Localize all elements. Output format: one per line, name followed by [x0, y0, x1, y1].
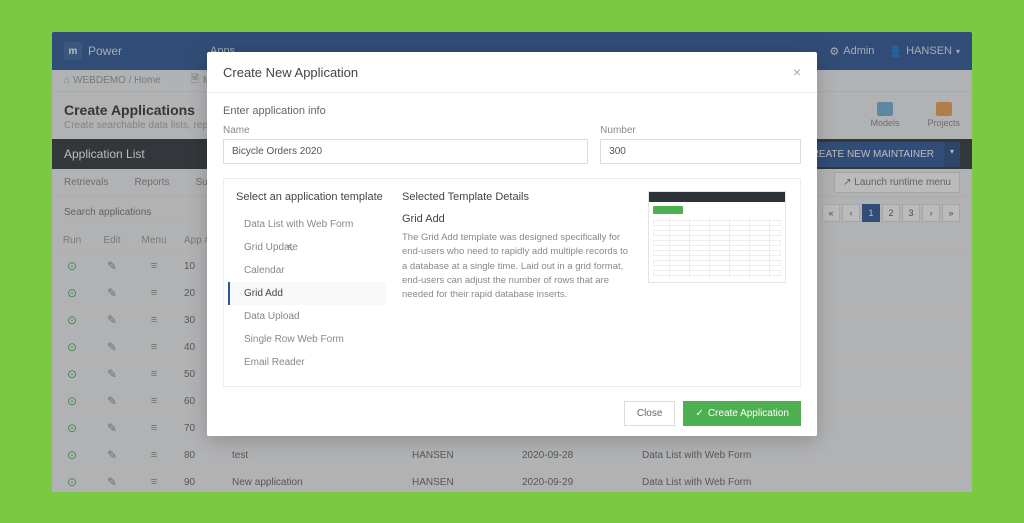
number-label: Number	[600, 125, 801, 136]
create-application-label: Create Application	[708, 408, 789, 419]
number-input[interactable]	[600, 139, 801, 164]
selected-details-heading: Selected Template Details	[402, 191, 632, 203]
check-icon: ✓	[695, 408, 703, 419]
template-data-list[interactable]: Data List with Web Form	[236, 213, 386, 236]
template-grid-add[interactable]: Grid Add	[228, 282, 386, 305]
modal-title: Create New Application	[223, 65, 358, 80]
cursor-icon: ↖	[286, 243, 294, 254]
name-input[interactable]	[223, 139, 588, 164]
create-application-button[interactable]: ✓ Create Application	[683, 401, 801, 426]
create-application-modal: Create New Application × Enter applicati…	[207, 52, 817, 436]
template-single-row[interactable]: Single Row Web Form	[236, 328, 386, 351]
template-grid-update[interactable]: Grid Update ↖	[236, 236, 386, 259]
name-label: Name	[223, 125, 588, 136]
template-preview	[648, 191, 786, 283]
template-data-upload[interactable]: Data Upload	[236, 305, 386, 328]
close-button[interactable]: Close	[624, 401, 676, 426]
template-email-reader[interactable]: Email Reader	[236, 351, 386, 374]
template-detail-description: The Grid Add template was designed speci…	[402, 231, 632, 302]
template-calendar[interactable]: Calendar	[236, 259, 386, 282]
select-template-heading: Select an application template	[236, 191, 386, 203]
close-icon[interactable]: ×	[793, 64, 801, 80]
enter-info-label: Enter application info	[223, 105, 801, 117]
template-detail-name: Grid Add	[402, 213, 632, 225]
